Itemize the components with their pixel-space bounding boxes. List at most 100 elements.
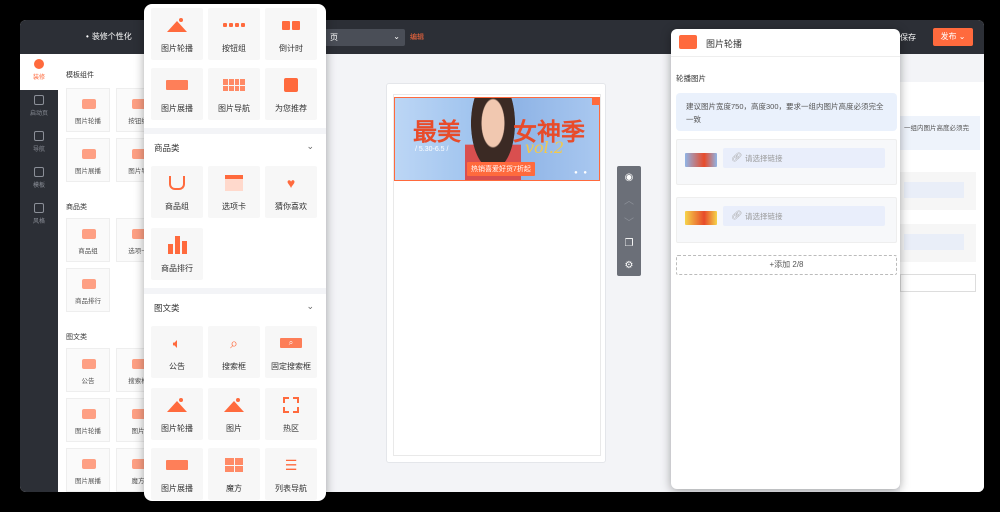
component-cell[interactable]: 图片轮播	[66, 398, 110, 442]
template-icon	[34, 167, 44, 177]
canvas-card: 最美 女神季 / 5.30-6.5 / vol.2 热销喜爱好货7折起 ● ●	[386, 83, 606, 463]
component-countdown[interactable]: 倒计时	[265, 8, 317, 60]
component-notice[interactable]: 🔈︎ 公告	[151, 326, 203, 378]
back-image-row	[900, 172, 976, 210]
gift-icon	[280, 77, 302, 93]
nav-item-navigation[interactable]: 导航	[20, 126, 58, 162]
component-cell[interactable]: 图片展播	[66, 138, 110, 182]
nav-item-style[interactable]: 风格	[20, 198, 58, 234]
component-button-group[interactable]: 按钮组	[208, 8, 260, 60]
nav-label: 启动页	[29, 111, 48, 117]
back-link-input[interactable]	[904, 182, 964, 198]
carousel-dots: ● ●	[574, 170, 589, 176]
component-tabs[interactable]: 选项卡	[208, 166, 260, 218]
move-down-icon[interactable]: ﹀	[617, 210, 641, 232]
banner-tag: 热销喜爱好货7折起	[467, 162, 535, 176]
style-icon	[34, 203, 44, 213]
link-input[interactable]: 🔗︎ 请选择链接	[723, 148, 885, 168]
size-hint: 建议图片宽度750，高度300，要求一组内图片高度必须完全一致	[676, 93, 897, 131]
component-cube[interactable]: 魔方	[208, 448, 260, 500]
link-icon: 🔗︎	[731, 210, 743, 220]
component-guess-like[interactable]: ♥ 猜你喜欢	[265, 166, 317, 218]
back-add-button[interactable]	[900, 274, 976, 292]
app-title: 装修个性化	[86, 31, 132, 42]
copy-icon[interactable]: ❐	[617, 232, 641, 254]
add-image-button[interactable]: +添加 2/8	[676, 255, 897, 275]
link-input[interactable]: 🔗︎ 请选择链接	[723, 206, 885, 226]
component-label: 固定搜索框	[271, 362, 311, 371]
component-label: 选项卡	[222, 202, 246, 211]
image-thumbnail[interactable]	[685, 211, 717, 225]
component-label: 图片展播	[161, 484, 193, 493]
component-image-carousel[interactable]: 图片轮播	[151, 8, 203, 60]
settings-icon[interactable]: ⚙	[617, 254, 641, 276]
back-hint: 一组内图片高度必须完	[900, 116, 980, 150]
image-thumbnail[interactable]	[685, 153, 717, 167]
component-goods-rank[interactable]: 商品排行	[151, 228, 203, 280]
component-fixed-search[interactable]: ⌕ 固定搜索框	[265, 326, 317, 378]
component-cell[interactable]: 图片轮播	[66, 88, 110, 132]
component-label: 列表导航	[275, 484, 307, 493]
category-title: 图文类	[154, 303, 180, 313]
delete-corner-icon[interactable]	[592, 98, 599, 105]
mountain-icon	[166, 397, 188, 413]
banner-icon	[166, 457, 188, 473]
component-label: 热区	[283, 424, 299, 433]
section-title: 商品类	[66, 204, 87, 211]
divider	[144, 128, 326, 134]
phone-preview: 最美 女神季 / 5.30-6.5 / vol.2 热销喜爱好货7折起 ● ●	[393, 94, 601, 456]
eye-icon[interactable]: ◉	[617, 166, 641, 188]
banner-headline-left: 最美	[413, 117, 461, 146]
settings-title: 图片轮播	[706, 39, 743, 49]
nav-label: 导航	[32, 147, 45, 153]
carousel-logo-icon	[679, 35, 697, 49]
back-image-row	[900, 224, 976, 262]
image-icon	[223, 397, 245, 413]
component-cell[interactable]: 公告	[66, 348, 110, 392]
move-up-icon[interactable]: ︿	[617, 188, 641, 210]
save-button[interactable]: 保存	[900, 32, 916, 43]
component-cell[interactable]: 图片展播	[66, 448, 110, 492]
component-cell[interactable]: 商品组	[66, 218, 110, 262]
page-select[interactable]: 页 ⌄	[325, 29, 405, 46]
banner-date: / 5.30-6.5 /	[415, 146, 449, 153]
component-recommend[interactable]: 为您推荐	[265, 68, 317, 120]
component-label: 搜索框	[222, 362, 246, 371]
search-bar-icon: ⌕	[280, 335, 302, 351]
component-label: 图片展播	[161, 104, 193, 113]
component-search[interactable]: ⌕ 搜索框	[208, 326, 260, 378]
rank-icon	[166, 236, 188, 254]
carousel-banner[interactable]: 最美 女神季 / 5.30-6.5 / vol.2 热销喜爱好货7折起 ● ●	[394, 97, 600, 181]
category-title: 商品类	[154, 143, 180, 153]
component-image-showcase[interactable]: 图片展播	[151, 68, 203, 120]
edit-link[interactable]: 编辑	[410, 32, 424, 42]
nav-item-decorate[interactable]: 装修	[20, 54, 58, 90]
nav-item-template[interactable]: 模板	[20, 162, 58, 198]
chevron-down-icon[interactable]: ⌄	[306, 301, 314, 312]
publish-button[interactable]: 发布 ⌄	[933, 28, 973, 46]
divider	[144, 288, 326, 294]
component-image-carousel[interactable]: 图片轮播	[151, 388, 203, 440]
chevron-down-icon[interactable]: ⌄	[306, 141, 314, 152]
component-cell[interactable]: 商品排行	[66, 268, 110, 312]
back-settings-panel: 一组内图片高度必须完	[900, 82, 984, 492]
component-label: 为您推荐	[275, 104, 307, 113]
grid-icon	[34, 131, 44, 141]
component-list-nav[interactable]: ☰ 列表导航	[265, 448, 317, 500]
banner-vol: vol.2	[525, 138, 565, 157]
back-link-input[interactable]	[904, 234, 964, 250]
nav-label: 装修	[32, 75, 45, 81]
settings-subtitle: 轮播图片	[676, 74, 706, 83]
component-image[interactable]: 图片	[208, 388, 260, 440]
component-image-showcase[interactable]: 图片展播	[151, 448, 203, 500]
nav-item-launch[interactable]: 启动页	[20, 90, 58, 126]
list-icon: ☰	[284, 456, 298, 473]
brush-icon	[34, 59, 44, 69]
nav-label: 风格	[32, 219, 45, 225]
component-image-nav[interactable]: 图片导航	[208, 68, 260, 120]
settings-panel: 图片轮播 轮播图片 建议图片宽度750，高度300，要求一组内图片高度必须完全一…	[671, 29, 900, 489]
image-row: 🔗︎ 请选择链接	[676, 139, 897, 185]
speaker-icon: 🔈︎	[172, 334, 182, 351]
component-goods-group[interactable]: 商品组	[151, 166, 203, 218]
component-hotzone[interactable]: 热区	[265, 388, 317, 440]
